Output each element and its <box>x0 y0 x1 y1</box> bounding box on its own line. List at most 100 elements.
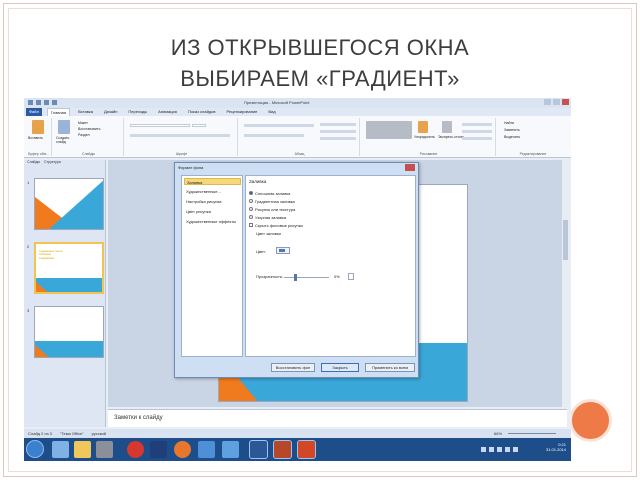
quick-styles-icon[interactable] <box>442 121 452 133</box>
paste-button-label[interactable]: Вставить <box>28 136 43 140</box>
slide-thumbnail-3[interactable] <box>34 306 104 358</box>
close-button[interactable] <box>562 99 569 105</box>
tab-file[interactable]: Файл <box>26 108 42 116</box>
replace-button[interactable]: Заменить <box>504 128 520 132</box>
media-icon[interactable] <box>96 441 113 458</box>
tray-icon[interactable] <box>505 447 510 452</box>
zoom-level[interactable]: 66% <box>494 431 502 436</box>
slide-1-design <box>35 180 103 229</box>
tab-animations[interactable]: Анимация <box>155 108 180 116</box>
close-dialog-button[interactable]: Закрыть <box>321 363 359 372</box>
shape-effects-button[interactable] <box>462 137 492 140</box>
align-text-button[interactable] <box>320 130 356 133</box>
transparency-spinner[interactable] <box>348 273 354 280</box>
font-format-buttons[interactable] <box>130 134 230 137</box>
tab-home[interactable]: Главная <box>46 108 71 116</box>
dialog-close-button[interactable] <box>405 164 415 171</box>
slide-thumbnail-1[interactable] <box>34 178 104 230</box>
tray-icon[interactable] <box>513 447 518 452</box>
slide-thumbnail-2[interactable]: Содержание текста Описание Содержание <box>34 242 104 294</box>
font-name-field[interactable] <box>130 124 190 127</box>
nav-fill[interactable]: Заливка <box>184 178 241 185</box>
opera-icon[interactable] <box>127 441 144 458</box>
tab-insert[interactable]: Вставка <box>75 108 96 116</box>
tray-icon[interactable] <box>481 447 486 452</box>
transparency-slider[interactable] <box>284 277 329 278</box>
option-solid-fill[interactable]: Сплошная заливка <box>249 190 290 196</box>
minimize-button[interactable] <box>544 99 551 105</box>
tab-slides[interactable]: Слайды <box>27 160 40 167</box>
apply-to-all-button[interactable]: Применить ко всем <box>365 363 415 372</box>
start-button[interactable] <box>26 440 44 458</box>
powerpoint-icon[interactable] <box>273 440 292 459</box>
radio-icon[interactable] <box>249 207 253 211</box>
reset-background-button[interactable]: Восстановить фон <box>271 363 315 372</box>
tab-outline[interactable]: Структура <box>44 160 61 167</box>
new-slide-button-label[interactable]: Создать слайд <box>56 136 76 144</box>
nav-artistic-effects[interactable]: Художественные эффекты <box>184 218 241 225</box>
smartart-button[interactable] <box>320 137 356 140</box>
notes-pane[interactable]: Заметки к слайду <box>108 409 567 427</box>
paragraph-group-label: Абзац <box>294 152 305 156</box>
network-icon[interactable] <box>198 441 215 458</box>
font-size-field[interactable] <box>192 124 206 127</box>
scrollbar-thumb[interactable] <box>563 220 568 260</box>
word-icon[interactable] <box>249 440 268 459</box>
new-slide-icon[interactable] <box>58 120 70 134</box>
find-button[interactable]: Найти <box>504 121 514 125</box>
language-indicator[interactable]: русский <box>92 431 106 436</box>
paragraph-list-buttons[interactable] <box>244 124 314 127</box>
tray-icon[interactable] <box>489 447 494 452</box>
tab-slideshow[interactable]: Показ слайдов <box>185 108 219 116</box>
transparency-value[interactable]: 0% <box>334 274 340 279</box>
paste-icon[interactable] <box>32 120 44 134</box>
option-gradient-fill[interactable]: Градиентная заливка <box>249 198 295 204</box>
explorer-icon[interactable] <box>74 441 91 458</box>
text-direction-button[interactable] <box>320 123 356 126</box>
shape-fill-button[interactable] <box>462 123 492 126</box>
select-button[interactable]: Выделить <box>504 135 520 139</box>
nav-picture-corrections[interactable]: Настройка рисунка <box>184 198 241 205</box>
tray-icon[interactable] <box>497 447 502 452</box>
shape-outline-button[interactable] <box>462 130 492 133</box>
maximize-button[interactable] <box>553 99 560 105</box>
option-hide-background[interactable]: Скрыть фоновые рисунки <box>249 222 303 228</box>
option-picture-fill[interactable]: Рисунок или текстура <box>249 206 295 212</box>
save-icon[interactable] <box>36 100 41 105</box>
powerpoint-logo-icon[interactable] <box>28 100 33 105</box>
radio-icon[interactable] <box>249 215 253 219</box>
section-button[interactable]: Раздел <box>78 133 90 137</box>
tab-design[interactable]: Дизайн <box>101 108 120 116</box>
tab-transitions[interactable]: Переходы <box>125 108 150 116</box>
option-pattern-fill[interactable]: Узорная заливка <box>249 214 286 220</box>
transparency-slider-knob[interactable] <box>294 274 297 281</box>
layout-button[interactable]: Макет <box>78 121 88 125</box>
radio-icon[interactable] <box>249 191 253 195</box>
firefox-icon[interactable] <box>174 441 191 458</box>
color-picker-button[interactable] <box>276 247 290 254</box>
radio-icon[interactable] <box>249 199 253 203</box>
shapes-gallery[interactable] <box>366 121 412 139</box>
arrange-icon[interactable] <box>418 121 428 133</box>
clock[interactable]: 0:21 31.01.2014 <box>546 442 566 452</box>
window-titlebar: Презентация - Microsoft PowerPoint <box>24 98 571 108</box>
tab-review[interactable]: Рецензирование <box>224 108 261 116</box>
calc-icon[interactable] <box>222 441 239 458</box>
redo-icon[interactable] <box>52 100 57 105</box>
checkbox-icon[interactable] <box>249 223 253 227</box>
powerpoint-2-icon[interactable] <box>297 440 316 459</box>
quick-styles-button-label[interactable]: Экспресс-стили <box>438 135 464 139</box>
tab-view[interactable]: Вид <box>265 108 278 116</box>
undo-icon[interactable] <box>44 100 49 105</box>
ie-icon[interactable] <box>52 441 69 458</box>
slides-pane-tabs: Слайды Структура <box>24 160 106 167</box>
nav-artistic[interactable]: Художественные... <box>184 188 241 195</box>
nav-picture-color[interactable]: Цвет рисунка <box>184 208 241 215</box>
arrange-button-label[interactable]: Упорядочить <box>414 135 435 139</box>
photoshop-icon[interactable] <box>150 441 167 458</box>
ribbon-group-paragraph: Абзац <box>240 118 360 156</box>
reset-button[interactable]: Восстановить <box>78 127 100 131</box>
paragraph-align-buttons[interactable] <box>244 134 304 137</box>
vertical-scrollbar[interactable] <box>562 160 569 407</box>
zoom-slider[interactable] <box>508 433 556 434</box>
